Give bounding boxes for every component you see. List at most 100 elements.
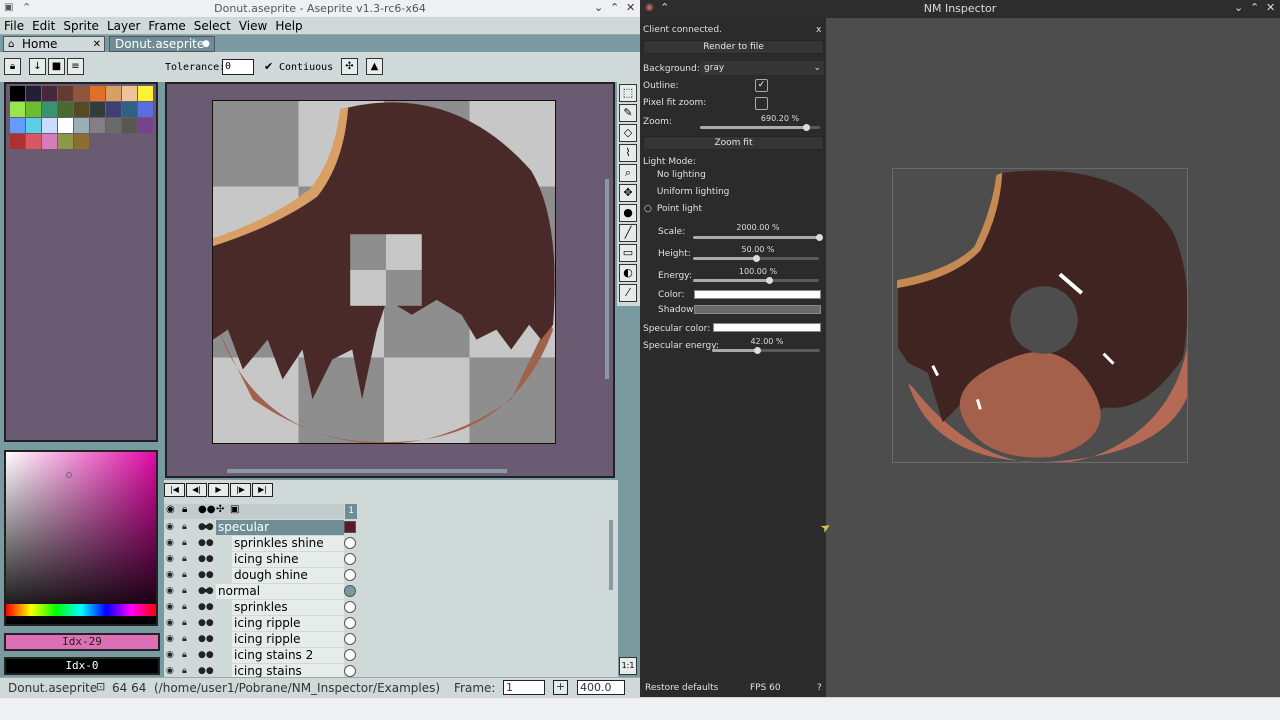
scale-slider[interactable] bbox=[693, 234, 823, 241]
specular-color-swatch[interactable] bbox=[713, 323, 821, 332]
palette-swatch[interactable] bbox=[106, 86, 121, 101]
height-slider[interactable] bbox=[693, 255, 819, 262]
cel[interactable] bbox=[344, 601, 356, 613]
light-mode-option[interactable]: No lighting bbox=[644, 170, 706, 180]
close-icon[interactable]: ✕ bbox=[626, 1, 635, 14]
maximize-icon[interactable]: ⌃ bbox=[610, 1, 619, 14]
marquee-tool-icon[interactable]: ⬚ bbox=[619, 84, 637, 102]
lock-icon[interactable]: 🔒︎ bbox=[182, 632, 187, 647]
palette-swatch[interactable] bbox=[138, 86, 153, 101]
cel[interactable] bbox=[344, 633, 356, 645]
layer-row[interactable]: ◉ 🔒︎ ●● ▬ specular bbox=[164, 520, 356, 536]
menu-view[interactable]: View bbox=[235, 18, 271, 34]
continuous-icon[interactable]: ●● bbox=[198, 536, 214, 551]
lock-icon[interactable]: 🔒︎ bbox=[4, 58, 21, 75]
palette-swatch[interactable] bbox=[122, 86, 137, 101]
background-color-index[interactable]: Idx-0 bbox=[4, 657, 160, 675]
cel[interactable] bbox=[344, 665, 356, 677]
lock-icon[interactable]: 🔒︎ bbox=[182, 584, 187, 599]
lock-icon[interactable]: 🔒︎ bbox=[182, 552, 187, 567]
palette-swatch[interactable] bbox=[10, 86, 25, 101]
outline-checkbox[interactable]: ✓ bbox=[755, 79, 768, 92]
palette-swatch[interactable] bbox=[26, 134, 41, 149]
add-frame-icon[interactable]: + bbox=[553, 680, 568, 695]
palette-swatch[interactable] bbox=[122, 102, 137, 117]
lock-icon[interactable]: 🔒︎ bbox=[182, 616, 187, 631]
bucket-mode-icon[interactable]: ▲ bbox=[366, 58, 383, 75]
lock-icon[interactable]: 🔒︎ bbox=[182, 648, 187, 663]
layer-scrollbar[interactable] bbox=[609, 520, 613, 590]
cel[interactable] bbox=[344, 585, 356, 597]
tolerance-input[interactable]: 0 bbox=[222, 59, 254, 75]
layer-row[interactable]: ◉ 🔒︎ ●● sprinkles shine bbox=[164, 536, 356, 552]
cel[interactable] bbox=[344, 569, 356, 581]
frame-input[interactable]: 1 bbox=[503, 680, 545, 695]
tab-home[interactable]: ⌂ Home ✕ bbox=[3, 36, 105, 52]
last-frame-icon[interactable]: ▶| bbox=[252, 483, 273, 497]
zoom-fit-button[interactable]: Zoom fit bbox=[643, 136, 824, 150]
pixel-perfect-icon[interactable]: ✣ bbox=[341, 58, 358, 75]
menu-icon[interactable]: ≡ bbox=[67, 58, 84, 75]
cel[interactable] bbox=[344, 521, 356, 533]
play-icon[interactable]: ▶ bbox=[208, 483, 229, 497]
palette-swatch[interactable] bbox=[26, 102, 41, 117]
minimize-icon[interactable]: ⌄ bbox=[1234, 1, 1243, 14]
palette-swatch[interactable] bbox=[90, 102, 105, 117]
palette-swatch[interactable] bbox=[58, 118, 73, 133]
zoom-tool-icon[interactable]: ⌕ bbox=[619, 164, 637, 182]
hue-slider[interactable] bbox=[6, 604, 156, 616]
palette-swatch[interactable] bbox=[42, 86, 57, 101]
menu-help[interactable]: Help bbox=[271, 18, 306, 34]
light-mode-option[interactable]: ○ Point light bbox=[644, 204, 702, 214]
cel[interactable] bbox=[344, 537, 356, 549]
palette-swatch[interactable] bbox=[26, 118, 41, 133]
pixel-fit-checkbox[interactable] bbox=[755, 97, 768, 110]
color-picker-cursor[interactable] bbox=[66, 472, 72, 478]
close-icon[interactable]: ✕ bbox=[1266, 1, 1275, 14]
donut-sprite[interactable] bbox=[212, 100, 556, 444]
light-color-swatch[interactable] bbox=[694, 290, 821, 299]
palette-swatch[interactable] bbox=[58, 134, 73, 149]
zoom-slider[interactable] bbox=[700, 124, 820, 131]
cel[interactable] bbox=[344, 617, 356, 629]
palette-swatch[interactable] bbox=[58, 86, 73, 101]
horizontal-scrollbar[interactable] bbox=[227, 469, 507, 473]
cel[interactable] bbox=[344, 553, 356, 565]
shadow-color-swatch[interactable] bbox=[694, 305, 821, 314]
restore-defaults-button[interactable]: Restore defaults bbox=[645, 683, 718, 693]
layer-name[interactable]: dough shine bbox=[232, 568, 344, 583]
visibility-icon[interactable]: ◉ bbox=[166, 600, 174, 615]
menu-edit[interactable]: Edit bbox=[28, 18, 59, 34]
minimize-icon[interactable]: ⌄ bbox=[594, 1, 603, 14]
visibility-icon[interactable]: ◉ bbox=[166, 616, 174, 631]
palette-swatch[interactable] bbox=[74, 134, 89, 149]
layer-name[interactable]: icing ripple bbox=[232, 632, 344, 647]
eyedropper-tool-icon[interactable]: ⌇ bbox=[619, 144, 637, 162]
layer-name[interactable]: sprinkles shine bbox=[232, 536, 344, 551]
palette-swatch[interactable] bbox=[42, 102, 57, 117]
pencil-tool-icon[interactable]: ✎ bbox=[619, 104, 637, 122]
palette-swatch[interactable] bbox=[10, 134, 25, 149]
check-icon[interactable]: ✔ bbox=[264, 60, 273, 73]
palette-swatch[interactable] bbox=[26, 86, 41, 101]
eraser-tool-icon[interactable]: ◇ bbox=[619, 124, 637, 142]
cel[interactable] bbox=[344, 649, 356, 661]
palette-swatch[interactable] bbox=[10, 102, 25, 117]
move-tool-icon[interactable]: ✥ bbox=[619, 184, 637, 202]
layer-name[interactable]: icing ripple bbox=[232, 616, 344, 631]
layer-row[interactable]: ◉ 🔒︎ ●● ▬ normal bbox=[164, 584, 356, 600]
continuous-icon[interactable]: ●● bbox=[198, 616, 214, 631]
visibility-icon[interactable]: ◉ bbox=[166, 552, 174, 567]
palette-swatch[interactable] bbox=[90, 118, 105, 133]
energy-slider[interactable] bbox=[693, 277, 819, 284]
help-button[interactable]: ? bbox=[817, 683, 822, 693]
menu-frame[interactable]: Frame bbox=[144, 18, 189, 34]
layer-name[interactable]: specular bbox=[216, 520, 344, 535]
menu-layer[interactable]: Layer bbox=[103, 18, 144, 34]
maximize-icon[interactable]: ⌃ bbox=[1250, 1, 1259, 14]
layer-row[interactable]: ◉ 🔒︎ ●● icing shine bbox=[164, 552, 356, 568]
layer-name[interactable]: icing stains 2 bbox=[232, 648, 344, 663]
light-mode-option[interactable]: Uniform lighting bbox=[644, 187, 730, 197]
lock-icon[interactable]: 🔒︎ bbox=[182, 600, 187, 615]
palette-swatch[interactable] bbox=[106, 118, 121, 133]
